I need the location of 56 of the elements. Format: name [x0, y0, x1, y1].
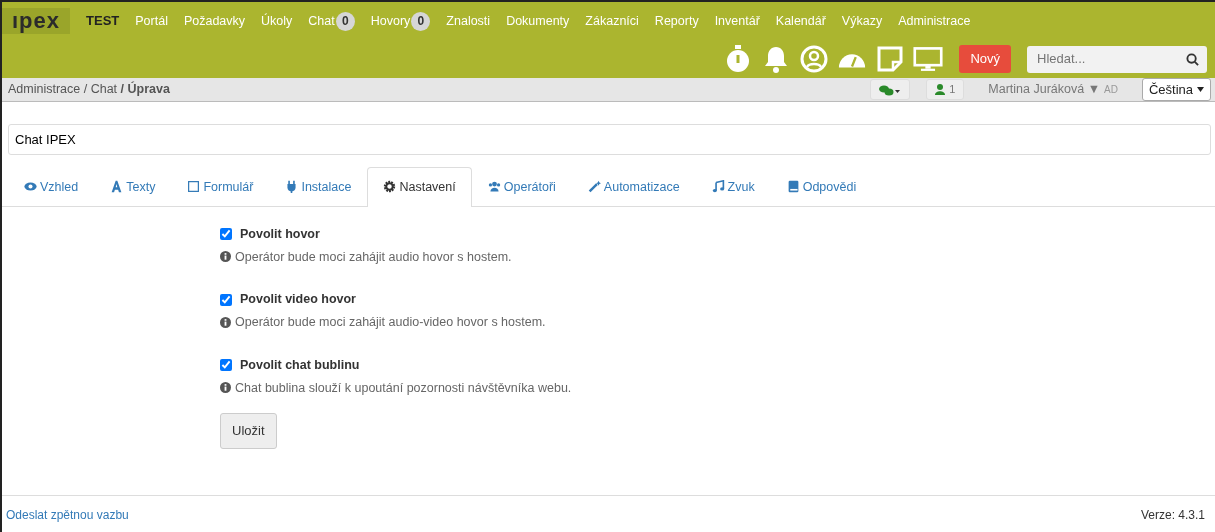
users-icon — [487, 180, 501, 193]
tab[interactable]: Texty — [94, 167, 172, 207]
tab[interactable]: Odpovědi — [770, 167, 873, 207]
info-icon — [220, 316, 231, 328]
new-button[interactable]: Nový — [959, 45, 1011, 73]
tab[interactable]: Nastavení — [367, 167, 472, 207]
online-users-button[interactable]: 1 — [926, 79, 965, 100]
tab[interactable]: Zvuk — [695, 167, 771, 207]
search-icon[interactable] — [1186, 52, 1199, 66]
count-badge: 0 — [411, 11, 431, 31]
role-label: AD — [1104, 83, 1118, 98]
count-badge: 0 — [335, 11, 355, 31]
help-text: Operátor bude moci zahájit audio hovor s hostem. — [235, 248, 512, 266]
setting-label: Povolit hovor — [240, 225, 320, 243]
letter-icon — [110, 180, 124, 193]
tab[interactable]: Instalace — [269, 167, 368, 207]
logo[interactable]: ıpex — [2, 8, 71, 34]
checkbox[interactable] — [220, 228, 232, 241]
save-button[interactable]: Uložit — [220, 413, 277, 449]
search-field[interactable]: Hledat... — [1035, 48, 1175, 70]
plug-icon — [285, 180, 299, 193]
info-icon — [220, 382, 231, 394]
breadcrumb: Administrace / Chat / Úprava — [8, 80, 170, 99]
nav-link[interactable]: Chat 0 — [308, 11, 355, 31]
tab[interactable]: Formulář — [171, 167, 270, 207]
square-icon — [187, 180, 201, 193]
setting-label: Povolit chat bublinu — [240, 356, 360, 374]
user-circle-icon[interactable] — [799, 44, 830, 74]
eye-icon — [24, 180, 37, 193]
feedback-link[interactable]: Odeslat zpětnou vazbu — [6, 505, 129, 524]
search-box[interactable]: Hledat... — [1027, 45, 1207, 73]
chat-status-button[interactable] — [870, 79, 911, 100]
info-icon — [220, 251, 231, 263]
help-text: Chat bublina slouží k upoutání pozornosti návštěvníka webu. — [235, 379, 572, 397]
language-select[interactable]: Čeština — [1141, 77, 1211, 102]
checkbox[interactable] — [220, 293, 232, 306]
book-icon — [786, 180, 800, 193]
gear-icon — [383, 180, 397, 193]
caret-icon — [1197, 87, 1204, 92]
setting-label: Povolit video hovor — [240, 291, 356, 309]
environment-label: TEST — [86, 12, 120, 31]
version-label: Verze: 4.3.1 — [1140, 506, 1205, 524]
tab[interactable]: Vzhled — [8, 167, 95, 207]
checkbox[interactable] — [220, 359, 232, 372]
user-icon — [935, 84, 946, 95]
user-menu[interactable]: Martina Juráková ▼ — [988, 80, 1100, 99]
tab[interactable]: Operátoři — [471, 167, 572, 207]
help-text: Operátor bude moci zahájit audio-video hovor s hostem. — [235, 314, 546, 331]
note-icon[interactable] — [875, 44, 906, 74]
chat-caret-icon — [879, 84, 902, 96]
nav-link[interactable]: Hovory 0 — [370, 11, 431, 31]
music-note-icon — [711, 180, 725, 193]
name-field[interactable]: Chat IPEX — [8, 124, 1211, 155]
wand-icon — [587, 180, 601, 193]
tab[interactable]: Automatizace — [571, 167, 696, 207]
monitor-icon[interactable] — [913, 44, 944, 74]
